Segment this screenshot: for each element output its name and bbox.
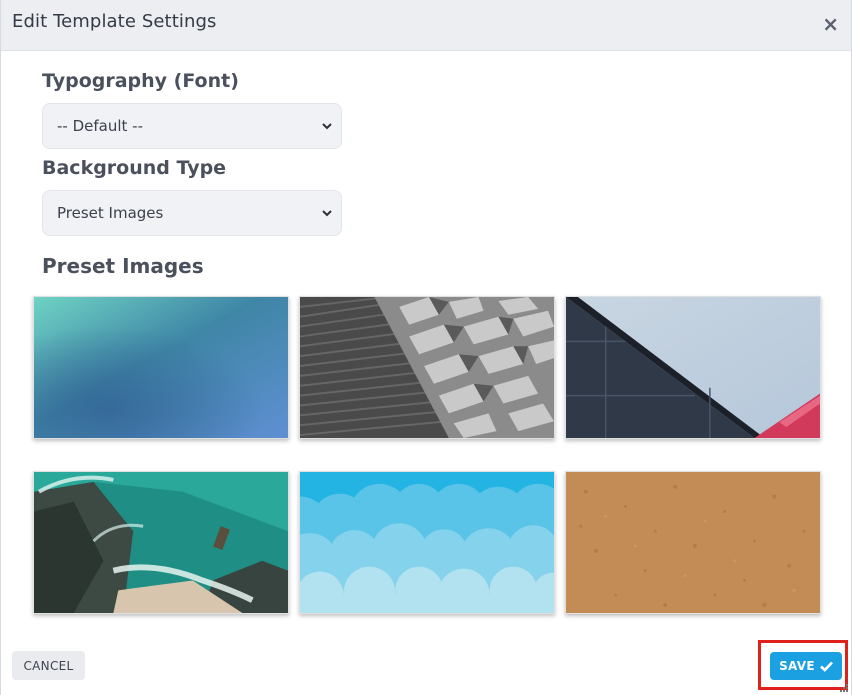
preset-image-aerial-beach[interactable]	[33, 471, 289, 614]
preset-image-cork-texture[interactable]	[565, 471, 821, 614]
preset-image-gradient-teal-blue[interactable]	[33, 296, 289, 439]
preset-image-blue-clouds[interactable]	[299, 471, 555, 614]
save-button-label: SAVE	[779, 659, 815, 673]
typography-select-value: -- Default --	[57, 117, 143, 135]
background-type-select-value: Preset Images	[57, 204, 164, 222]
preset-images-heading: Preset Images	[42, 254, 204, 278]
chevron-down-icon	[322, 123, 332, 130]
typography-label: Typography (Font)	[42, 70, 239, 92]
dialog-header: Edit Template Settings ×	[1, 0, 851, 51]
resize-grip-icon[interactable]	[840, 684, 849, 693]
close-icon[interactable]: ×	[822, 14, 839, 34]
typography-select[interactable]: -- Default --	[42, 103, 342, 149]
preset-image-building-corner-sky[interactable]	[565, 296, 821, 439]
edit-template-dialog: Edit Template Settings × Typography (Fon…	[0, 0, 852, 695]
preset-image-building-facade[interactable]	[299, 296, 555, 439]
chevron-down-icon	[322, 210, 332, 217]
save-button[interactable]: SAVE	[770, 652, 842, 680]
dialog-title: Edit Template Settings	[12, 11, 217, 32]
background-type-label: Background Type	[42, 157, 227, 179]
background-type-select[interactable]: Preset Images	[42, 190, 342, 236]
check-icon	[820, 661, 833, 672]
cancel-button[interactable]: CANCEL	[12, 651, 85, 680]
